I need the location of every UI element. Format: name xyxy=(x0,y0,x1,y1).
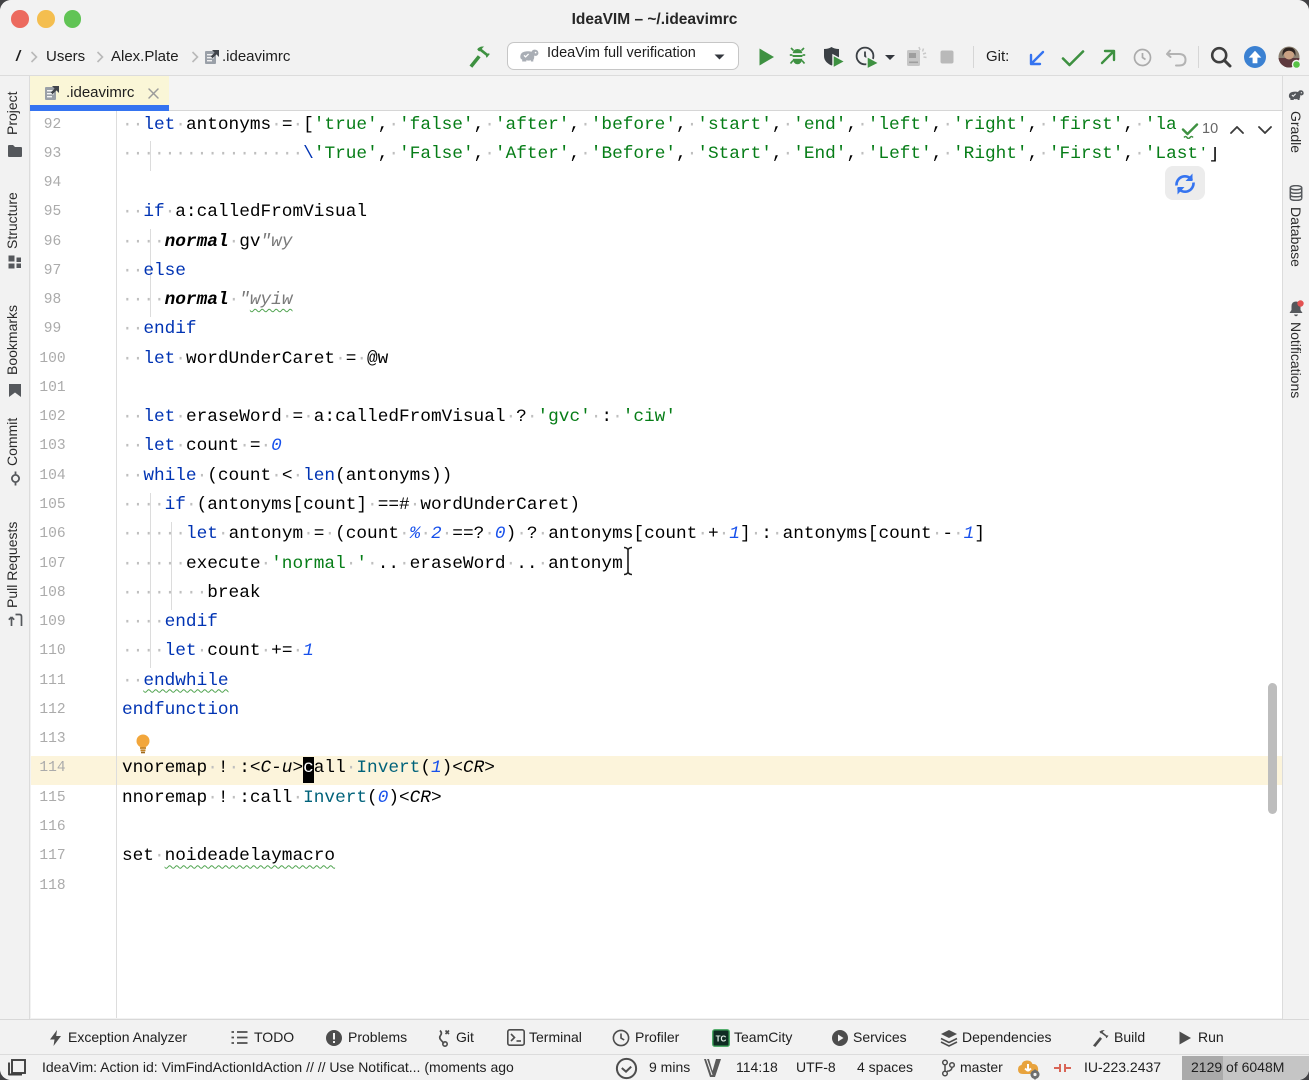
svg-text:TC: TC xyxy=(716,1035,727,1044)
